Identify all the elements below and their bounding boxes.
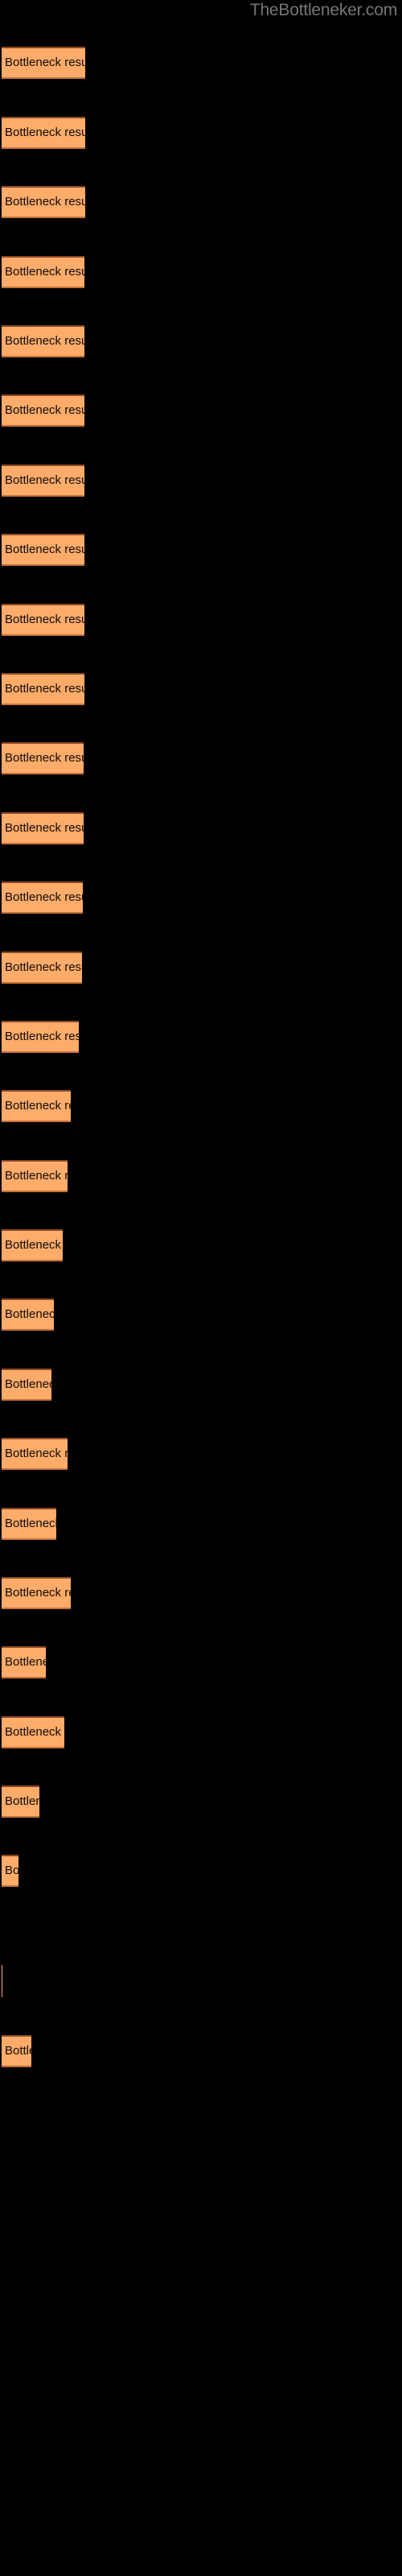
bar-label-clip: Bottleneck result: [2, 742, 84, 774]
bar-label: Bottleneck result: [5, 56, 85, 69]
bar-label: Bottleneck result: [5, 751, 84, 765]
bar-label-clip: Bottleneck result: [2, 952, 82, 984]
bar-row: Bottleneck result: [0, 673, 402, 705]
bar-label-clip: Bottleneck result: [2, 186, 85, 218]
bar-label-clip: Bottleneck result: [2, 1855, 18, 1887]
bar-row: Bottleneck result: [0, 742, 402, 774]
bar-row: Bottleneck result: [0, 47, 402, 79]
bar-row: Bottleneck result: [0, 1646, 402, 1678]
bar-label-clip: Bottleneck result: [2, 1090, 71, 1122]
bar-label: Bottleneck result: [5, 1586, 71, 1600]
bar-row: Bottleneck result: [0, 604, 402, 636]
bar-label-clip: Bottleneck result: [2, 1785, 39, 1818]
bar-row: Bottleneck result: [0, 1965, 402, 1997]
bottleneck-bar-chart: Bottleneck result Bottleneck result Bottle…: [0, 0, 402, 2576]
bar-row: Bottleneck result: [0, 464, 402, 497]
bar-label-clip: Bottleneck result: [2, 1298, 54, 1331]
bar-label: Bottleneck result: [5, 890, 83, 904]
bar-label: Bottleneck result: [5, 821, 84, 835]
bar-label: Bottleneck result: [5, 1169, 68, 1183]
bar-row: Bottleneck result: [0, 812, 402, 844]
bar-row: Bottleneck result: [0, 394, 402, 427]
bar-label: Bottleneck result: [5, 1307, 54, 1321]
bar-label: Bottleneck result: [5, 195, 85, 208]
bar-label-clip: Bottleneck result: [2, 1646, 46, 1678]
bar-label: Bottleneck result: [5, 960, 82, 974]
bar-row: Bottleneck result: [0, 2035, 402, 2067]
bar-row: Bottleneck result: [0, 1229, 402, 1261]
bar-row: Bottleneck result: [0, 256, 402, 288]
bar-row: Bottleneck result: [0, 534, 402, 566]
bar-label: Bottleneck result: [5, 682, 84, 696]
bar-row: Bottleneck result: [0, 117, 402, 149]
bar-label: Bottleneck result: [5, 126, 85, 139]
bar-label-clip: Bottleneck result: [2, 534, 84, 566]
bar-label: Bottleneck result: [5, 1099, 71, 1113]
bar-label-clip: Bottleneck result: [2, 1716, 64, 1748]
bar-label: Bottleneck result: [5, 1794, 39, 1808]
bar-row: Bottleneck result: [0, 1368, 402, 1401]
bar-row: Bottleneck result: [0, 952, 402, 984]
bar-row: Bottleneck result: [0, 1438, 402, 1470]
bar-label: Bottleneck result: [5, 403, 84, 417]
bar-label: Bottleneck result: [5, 1864, 18, 1877]
bar-row: Bottleneck result: [0, 186, 402, 218]
bar-label: Bottleneck result: [5, 1377, 51, 1391]
bar-label-clip: Bottleneck result: [2, 881, 83, 914]
bar-label-clip: Bottleneck result: [2, 1508, 56, 1540]
bar-label-clip: Bottleneck result: [2, 673, 84, 705]
bar-label-clip: Bottleneck result: [2, 394, 84, 427]
bar-row: Bottleneck result: [0, 1021, 402, 1053]
bar-label-clip: Bottleneck result: [2, 325, 84, 357]
bar-label: Bottleneck result: [5, 1725, 64, 1739]
bar-label-clip: Bottleneck result: [2, 1577, 71, 1609]
bar-label-clip: Bottleneck result: [2, 2035, 31, 2067]
bar-row: Bottleneck result: [0, 1855, 402, 1887]
bar-row: Bottleneck result: [0, 1160, 402, 1192]
bar-row: Bottleneck result: [0, 1716, 402, 1748]
bar-label: Bottleneck result: [5, 1238, 63, 1252]
bar-label-clip: Bottleneck result: [2, 1021, 79, 1053]
bar-row: Bottleneck result: [0, 1508, 402, 1540]
bar-label-clip: Bottleneck result: [2, 117, 85, 149]
bar-label-clip: Bottleneck result: [2, 1368, 51, 1401]
bar-label: Bottleneck result: [5, 2044, 31, 2058]
bar-row: Bottleneck result: [0, 1298, 402, 1331]
bar-row: Bottleneck result: [0, 1785, 402, 1818]
bar-row: Bottleneck result: [0, 881, 402, 914]
bar-label: Bottleneck result: [5, 1517, 56, 1530]
bar-label: Bottleneck result: [5, 473, 84, 487]
bar-label: Bottleneck result: [5, 613, 84, 626]
chart-page: TheBottleneker.com Bottleneck result Bott…: [0, 0, 402, 2576]
bar-label-clip: Bottleneck result: [2, 1160, 68, 1192]
bar-label: Bottleneck result: [5, 543, 84, 556]
bar-label-clip: Bottleneck result: [2, 812, 84, 844]
bar-label-clip: Bottleneck result: [2, 1438, 68, 1470]
bar-row: Bottleneck result: [0, 1577, 402, 1609]
bar-label: Bottleneck result: [5, 1655, 46, 1669]
bar-label: Bottleneck result: [5, 1447, 68, 1460]
bar-label-clip: Bottleneck result: [2, 47, 85, 79]
bar-row: Bottleneck result: [0, 325, 402, 357]
bar-label-clip: Bottleneck result: [2, 604, 84, 636]
bar-label: Bottleneck result: [5, 1030, 79, 1043]
bar-label-clip: Bottleneck result: [2, 256, 84, 288]
bar-label-clip: Bottleneck result: [2, 464, 84, 497]
bar-label: Bottleneck result: [5, 265, 84, 279]
bar-label: Bottleneck result: [5, 334, 84, 348]
bar-row: Bottleneck result: [0, 1090, 402, 1122]
bar-label-clip: Bottleneck result: [2, 1229, 63, 1261]
